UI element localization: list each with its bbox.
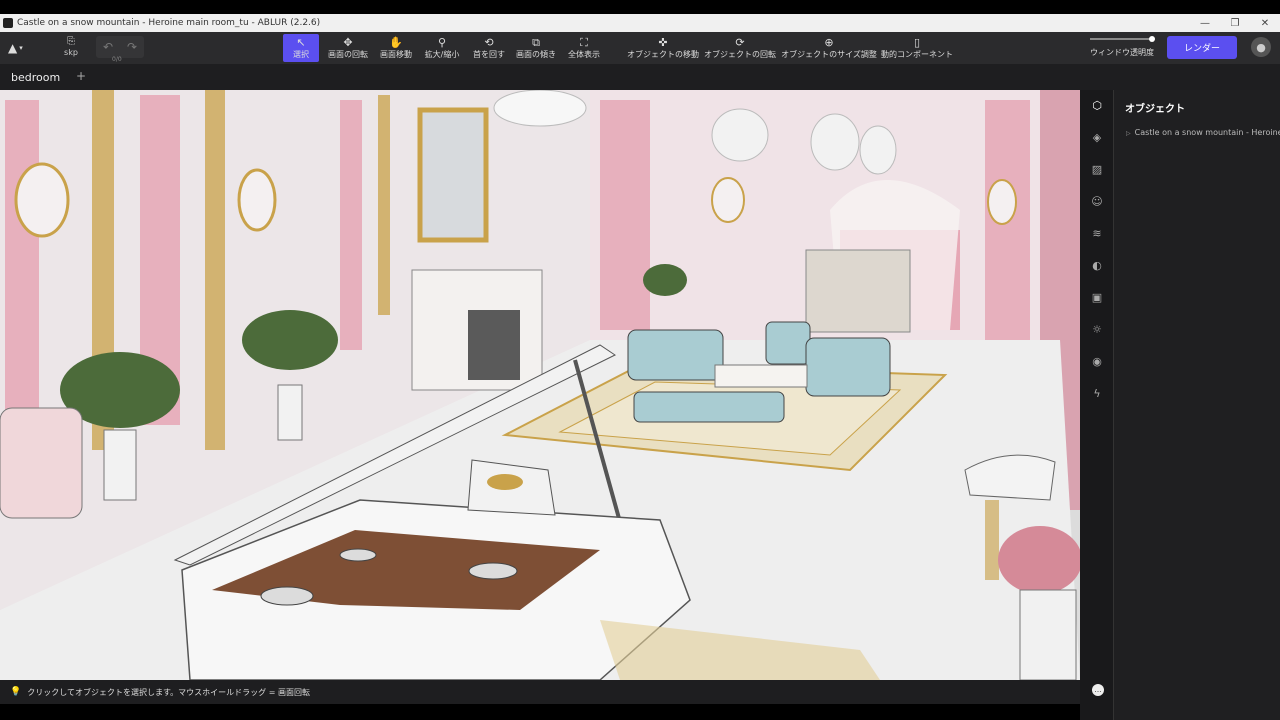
object-tree-root[interactable]: ▷Castle on a snow mountain - Heroine mai… xyxy=(1126,128,1280,137)
zoom-extents-icon: ⛶ xyxy=(580,36,588,49)
environment-icon[interactable]: ◐ xyxy=(1089,258,1105,274)
file-import-icon: ⎘ xyxy=(67,36,75,47)
scale-icon: ⊕ xyxy=(824,36,834,49)
expand-triangle-icon[interactable]: ▷ xyxy=(1126,130,1131,137)
person-icon[interactable]: ☺ xyxy=(1089,194,1105,210)
screen-bottom-edge xyxy=(0,704,1080,720)
slider-knob[interactable] xyxy=(1149,36,1155,42)
minimize-icon[interactable]: — xyxy=(1190,18,1220,29)
tool-tilt-label: 画面の傾き xyxy=(516,50,556,59)
layers-icon[interactable]: ◈ xyxy=(1089,130,1105,146)
tool-orbit[interactable]: ✥ 画面の回転 xyxy=(328,34,368,62)
tool-scale-object[interactable]: ⊕ オブジェクトのサイズ調整 xyxy=(781,34,877,62)
style-icon[interactable]: ≋ xyxy=(1089,226,1105,242)
tool-zoom-extents-label: 全体表示 xyxy=(568,50,600,59)
add-tab-button[interactable]: + xyxy=(76,69,86,83)
tool-look-around[interactable]: ⟲ 首を回す xyxy=(472,34,506,62)
main-toolbar: ▲ ▾ ⎘ skp ↶ ↷ ↖ 選択 ✥ 画面の回転 ✋ 画面移動 ⚲ 拡大/縮… xyxy=(0,32,1280,64)
chevron-down-icon: ▾ xyxy=(19,44,23,52)
material-icon[interactable]: ▨ xyxy=(1089,162,1105,178)
component-icon: ▯ xyxy=(913,36,921,49)
tool-pan[interactable]: ✋ 画面移動 xyxy=(378,34,414,62)
hand-icon: ✋ xyxy=(389,36,403,49)
redo-button[interactable]: ↷ xyxy=(127,40,137,54)
lightbulb-icon: 💡 xyxy=(10,687,22,697)
rotate-icon: ⟳ xyxy=(735,36,745,49)
3d-viewport[interactable] xyxy=(0,90,1080,680)
user-avatar[interactable]: ● xyxy=(1251,37,1271,57)
close-icon[interactable]: ✕ xyxy=(1250,18,1280,29)
bolt-icon[interactable]: ϟ xyxy=(1089,386,1105,402)
tool-select[interactable]: ↖ 選択 xyxy=(283,34,319,62)
tool-dynamic-component[interactable]: ▯ 動的コンポーネント xyxy=(881,34,953,62)
undo-count: 0/0 xyxy=(112,56,122,63)
tool-dynamic-component-label: 動的コンポーネント xyxy=(881,50,953,59)
move-icon: ✜ xyxy=(658,36,668,49)
window-opacity-label: ウィンドウ透明度 xyxy=(1090,48,1154,57)
app-icon xyxy=(3,18,13,28)
magnifier-icon: ⚲ xyxy=(437,36,447,49)
window-title: Castle on a snow mountain - Heroine main… xyxy=(17,18,321,28)
tab-bedroom[interactable]: bedroom xyxy=(0,64,71,90)
tilt-icon: ⧉ xyxy=(532,36,540,49)
scene-tabbar: bedroom + xyxy=(0,64,1280,90)
tool-select-label: 選択 xyxy=(293,50,309,59)
tool-pan-label: 画面移動 xyxy=(380,50,412,59)
app-menu-button[interactable]: ▲ ▾ xyxy=(8,40,30,56)
orbit-icon: ✥ xyxy=(343,36,353,49)
tool-look-around-label: 首を回す xyxy=(473,50,505,59)
render-button[interactable]: レンダー xyxy=(1167,36,1237,59)
undo-button[interactable]: ↶ xyxy=(103,40,113,54)
tool-rotate-object-label: オブジェクトの回転 xyxy=(704,50,776,59)
user-icon: ● xyxy=(1256,40,1266,54)
object-panel-title: オブジェクト xyxy=(1125,104,1185,115)
right-icon-strip: ⬡ ◈ ▨ ☺ ≋ ◐ ▣ ☼ ◉ ϟ xyxy=(1080,90,1114,720)
skp-file-button[interactable]: ⎘ skp xyxy=(58,35,84,61)
tool-scale-object-label: オブジェクトのサイズ調整 xyxy=(781,50,877,59)
status-bar: 💡 クリックしてオブジェクトを選択します。マウスホイールドラッグ = 画面回転 xyxy=(0,680,1080,704)
undo-redo-group: ↶ ↷ xyxy=(96,36,144,58)
window-titlebar: Castle on a snow mountain - Heroine main… xyxy=(0,14,1280,32)
screen-top-edge xyxy=(0,0,1280,14)
object-tree-root-label: Castle on a snow mountain - Heroine main… xyxy=(1134,128,1280,137)
tool-tilt[interactable]: ⧉ 画面の傾き xyxy=(516,34,556,62)
tool-orbit-label: 画面の回転 xyxy=(328,50,368,59)
light-icon[interactable]: ☼ xyxy=(1089,322,1105,338)
image-icon[interactable]: ▣ xyxy=(1089,290,1105,306)
chat-bubble-icon[interactable]: … xyxy=(1092,684,1104,696)
tool-move-object-label: オブジェクトの移動 xyxy=(627,50,699,59)
logo-icon: ▲ xyxy=(8,41,18,55)
camera-icon[interactable]: ◉ xyxy=(1089,354,1105,370)
bedroom-scene xyxy=(0,90,1080,680)
look-around-icon: ⟲ xyxy=(484,36,494,49)
tool-zoom[interactable]: ⚲ 拡大/縮小 xyxy=(424,34,460,62)
object-panel: オブジェクト ▷ Castle on a snow mountain - Hero… xyxy=(1114,90,1280,720)
object-icon[interactable]: ⬡ xyxy=(1089,98,1105,114)
tool-zoom-extents[interactable]: ⛶ 全体表示 xyxy=(567,34,601,62)
cursor-icon: ↖ xyxy=(296,36,306,49)
tool-zoom-label: 拡大/縮小 xyxy=(424,50,460,59)
window-opacity-slider[interactable] xyxy=(1090,36,1155,42)
skp-file-label: skp xyxy=(64,48,78,57)
tool-rotate-object[interactable]: ⟳ オブジェクトの回転 xyxy=(704,34,776,62)
tool-move-object[interactable]: ✜ オブジェクトの移動 xyxy=(627,34,699,62)
maximize-icon[interactable]: ❐ xyxy=(1220,18,1250,29)
status-hint: クリックしてオブジェクトを選択します。マウスホイールドラッグ = 画面回転 xyxy=(27,687,310,697)
